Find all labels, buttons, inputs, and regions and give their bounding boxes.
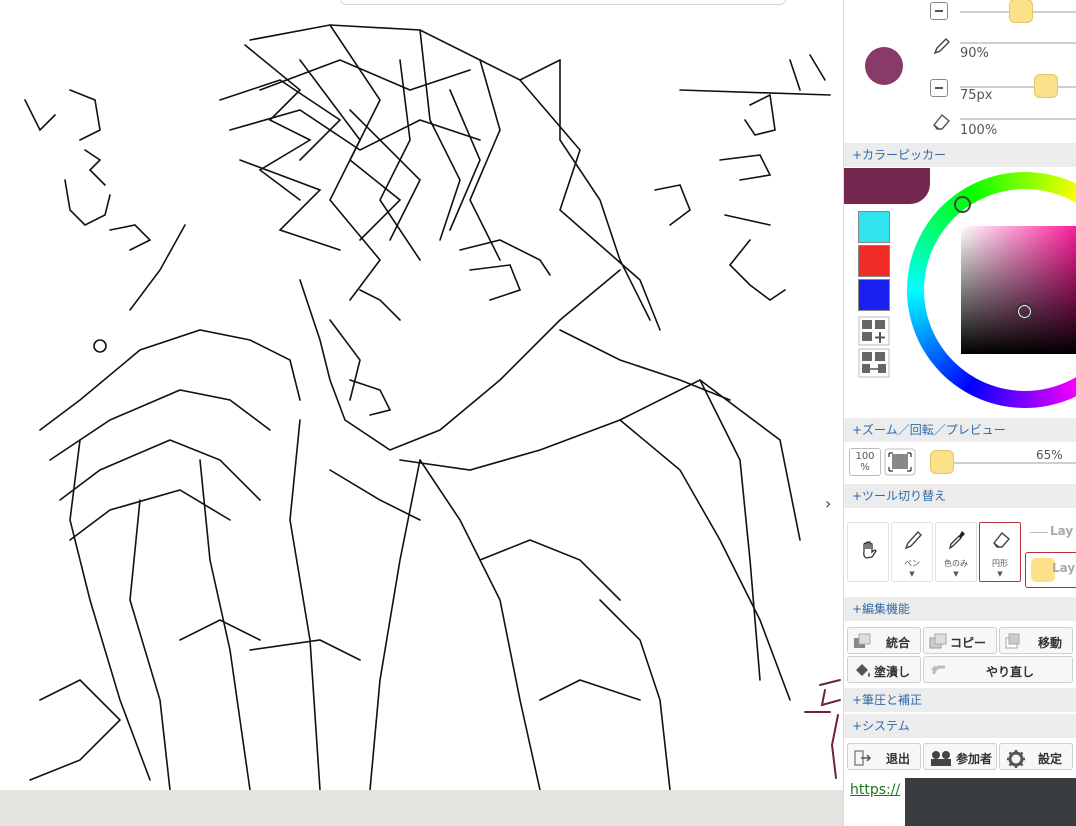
section-edit[interactable]: +編集機能 — [844, 597, 1076, 621]
layer-label-1: Lay — [1050, 524, 1074, 538]
room-url-link[interactable]: https:// — [850, 782, 900, 798]
swatch-blue[interactable] — [858, 279, 890, 311]
eyedropper-tool-dropdown[interactable]: ▼ — [936, 570, 976, 578]
sv-marker[interactable] — [1016, 303, 1033, 320]
participants-icon — [931, 751, 951, 766]
pen-opacity-track[interactable] — [960, 42, 1076, 44]
swatch-cyan[interactable] — [858, 211, 890, 243]
exit-icon — [854, 750, 872, 766]
drawing-app: › 90% 75px 100% +カラーピッカー +ズーム／回転／プレビュー 1… — [0, 0, 1076, 826]
merge-button[interactable]: 統合 — [847, 627, 921, 654]
undo-redo-icon — [931, 665, 945, 675]
fit-screen-icon[interactable] — [884, 448, 916, 476]
participants-label: 参加者 — [955, 752, 992, 766]
exit-button[interactable]: 退出 — [847, 743, 921, 770]
exit-label: 退出 — [885, 752, 910, 766]
eraser-opacity-track[interactable] — [960, 118, 1076, 120]
settings-label: 設定 — [1037, 752, 1062, 766]
pen-tool-icon — [904, 530, 922, 550]
zoom-percent: 65% — [1036, 448, 1063, 462]
zoom-slider-knob[interactable] — [930, 450, 954, 474]
section-pressure[interactable]: +筆圧と補正 — [844, 688, 1076, 712]
eraser-tool-label: 円形 — [992, 559, 1008, 568]
layer-mini-2[interactable]: Lay — [1025, 552, 1076, 588]
saturation-value-square[interactable] — [961, 226, 1076, 354]
section-zoom[interactable]: +ズーム／回転／プレビュー — [844, 418, 1076, 442]
eraser-tool-icon — [993, 531, 1010, 548]
add-swatch-icon[interactable] — [858, 316, 890, 346]
settings-button[interactable]: 設定 — [999, 743, 1073, 770]
palette-header-color[interactable] — [844, 168, 930, 204]
copy-icon — [929, 633, 947, 649]
layer-mini-1[interactable]: Lay — [1030, 522, 1076, 544]
section-color-picker[interactable]: +カラーピッカー — [844, 143, 1076, 167]
participants-button[interactable]: 参加者 — [923, 743, 997, 770]
pen-tool-dropdown[interactable]: ▼ — [892, 570, 932, 578]
pen-tool[interactable]: ペン ▼ — [891, 522, 933, 582]
redo-button[interactable]: やり直し — [923, 656, 1073, 683]
panel-toggle-arrow[interactable]: › — [825, 494, 831, 513]
eyedropper-tool-label: 色のみ — [944, 559, 968, 568]
eraser-icon — [933, 113, 950, 130]
pen-opacity-value: 90% — [960, 46, 989, 61]
section-tool-switch[interactable]: +ツール切り替え — [844, 484, 1076, 508]
video-thumbnail — [905, 778, 1076, 826]
opacity-decrease-button[interactable] — [930, 2, 948, 20]
canvas-bottom-bar — [0, 790, 843, 826]
pen-icon — [933, 38, 950, 55]
swatch-red[interactable] — [858, 245, 890, 277]
bucket-icon — [856, 664, 870, 677]
eraser-tool[interactable]: 円形 ▼ — [979, 522, 1021, 582]
hue-marker[interactable] — [954, 196, 971, 213]
fill-label: 塗潰し — [873, 665, 910, 679]
eyedropper-icon — [948, 531, 965, 550]
eraser-opacity-value: 100% — [960, 123, 998, 138]
size-decrease-button[interactable] — [930, 79, 948, 97]
gear-icon — [1007, 750, 1025, 768]
drawing-canvas[interactable]: › — [0, 0, 843, 790]
opacity-slider-knob[interactable] — [1009, 0, 1033, 23]
merge-icon — [854, 633, 871, 648]
eraser-tool-dropdown[interactable]: ▼ — [980, 570, 1020, 578]
hand-icon — [863, 541, 877, 559]
pen-tool-label: ペン — [904, 559, 920, 568]
swap-swatch-icon[interactable] — [858, 348, 890, 378]
tool-panel: 90% 75px 100% +カラーピッカー +ズーム／回転／プレビュー 100… — [843, 0, 1076, 826]
move-label: 移動 — [1037, 636, 1062, 650]
copy-label: コピー — [949, 636, 986, 650]
layer-label-2: Lay — [1052, 561, 1076, 575]
move-button[interactable]: 移動 — [999, 627, 1073, 654]
section-system[interactable]: +システム — [844, 714, 1076, 738]
fill-button[interactable]: 塗潰し — [847, 656, 921, 683]
sketch-drawing — [24, 24, 841, 790]
redo-label: やり直し — [985, 665, 1034, 679]
current-color-dot[interactable] — [865, 47, 903, 85]
zoom-reset-button[interactable]: 100 % — [849, 448, 881, 476]
brush-size-value: 75px — [960, 88, 993, 103]
merge-label: 統合 — [885, 636, 910, 650]
eyedropper-tool[interactable]: 色のみ ▼ — [935, 522, 977, 582]
copy-button[interactable]: コピー — [923, 627, 997, 654]
size-slider-knob[interactable] — [1034, 74, 1058, 98]
move-icon — [1005, 633, 1020, 649]
hand-tool[interactable] — [847, 522, 889, 582]
